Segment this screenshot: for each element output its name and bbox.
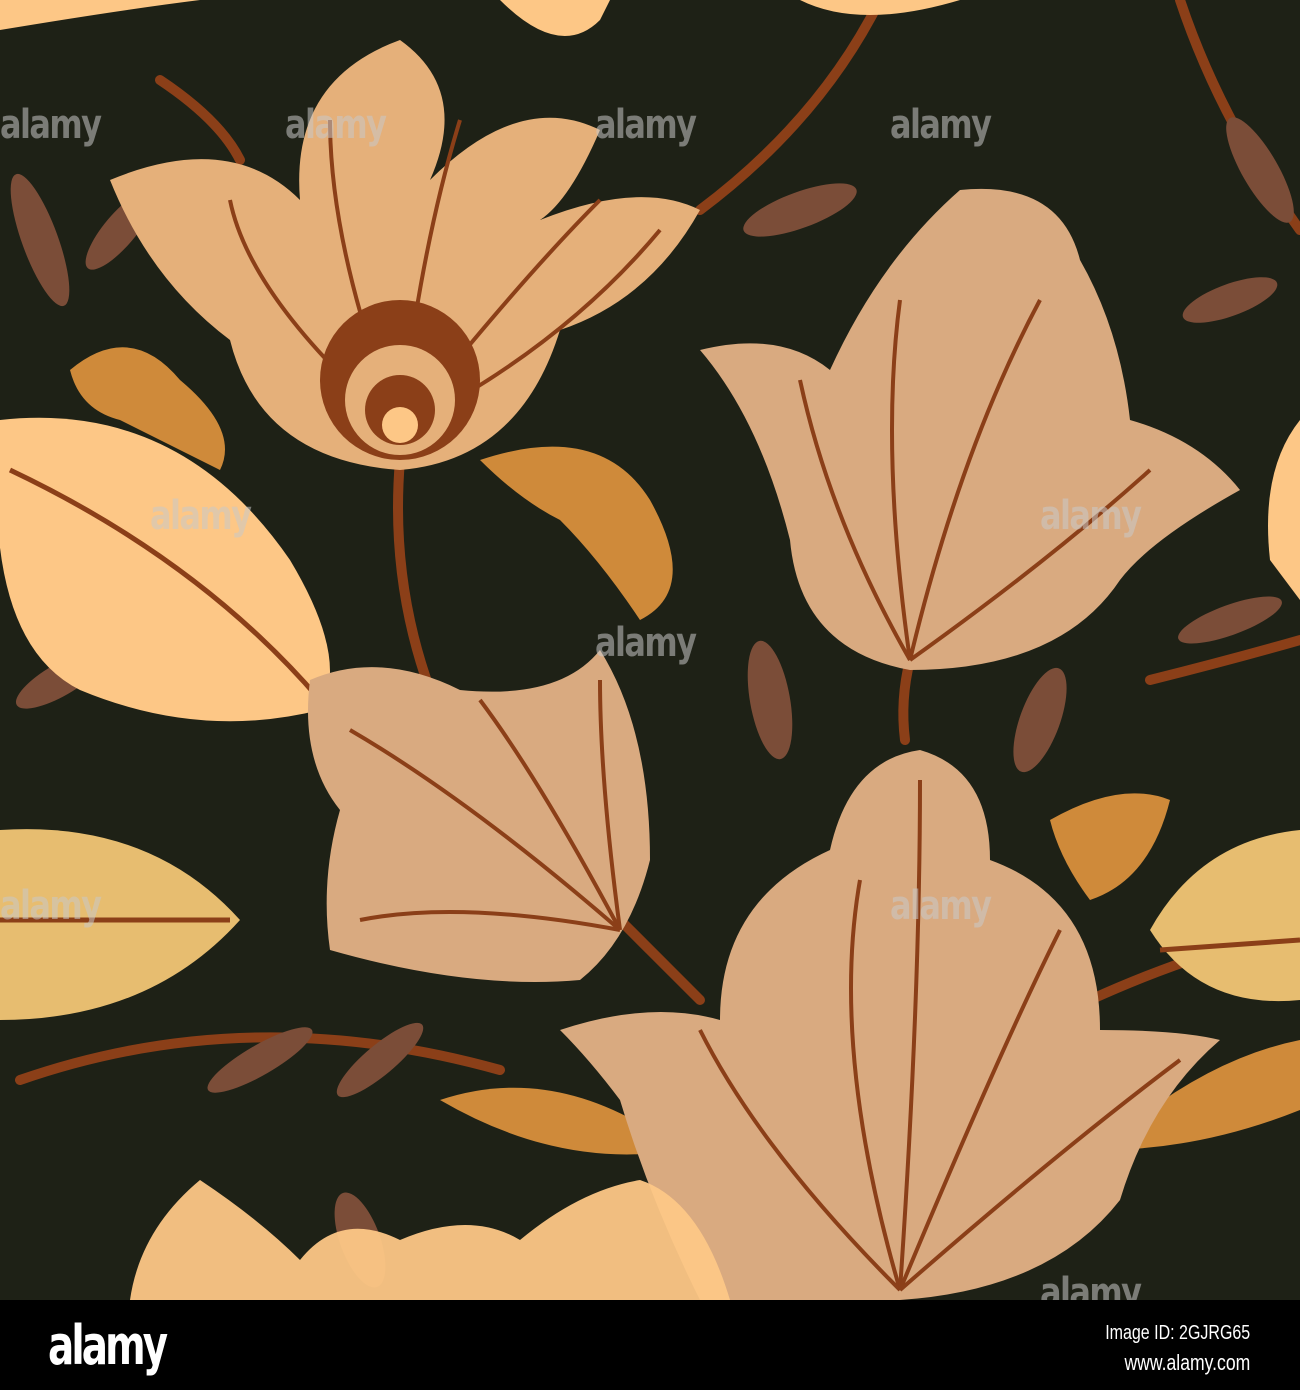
watermark: alamy (595, 102, 697, 148)
stock-image: alamy alamy alamy alamy alamy alamy alam… (0, 0, 1300, 1390)
bellflower-middle (308, 650, 650, 982)
watermark: alamy (0, 102, 102, 148)
watermark: alamy (1040, 493, 1142, 539)
watermark: alamy (0, 883, 102, 929)
watermark: alamy (285, 102, 387, 148)
website-url: www.alamy.com (1124, 1350, 1250, 1375)
image-id: Image ID: 2GJRG65 (1105, 1322, 1250, 1344)
watermark: alamy (595, 620, 697, 666)
watermark: alamy (150, 493, 252, 539)
alamy-logo: alamy (48, 1314, 168, 1377)
watermark: alamy (890, 102, 992, 148)
footer-bar: alamy Image ID: 2GJRG65 www.alamy.com (0, 1300, 1300, 1390)
watermark: alamy (890, 883, 992, 929)
